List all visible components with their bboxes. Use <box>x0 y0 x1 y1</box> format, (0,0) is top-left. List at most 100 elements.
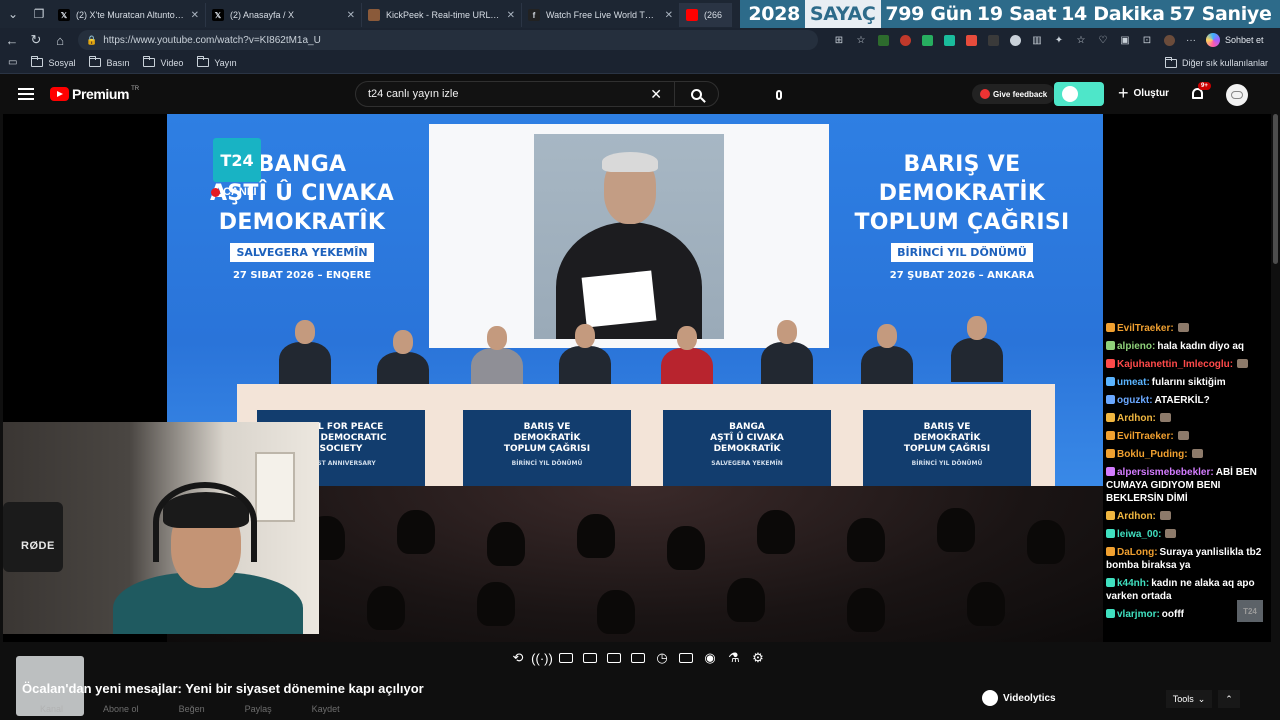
save-button[interactable]: Kaydet <box>312 704 340 714</box>
chat-text: fularını siktiğim <box>1151 377 1226 388</box>
channel-link[interactable]: Kanal <box>40 704 63 714</box>
headset <box>153 482 257 562</box>
youtube-premium-logo[interactable]: Premium TR <box>50 86 139 102</box>
browser-tab[interactable]: f Watch Free Live World TV | Global ✕ <box>522 3 680 27</box>
screenshot-icon[interactable]: ⊡ <box>1136 30 1158 50</box>
theater-icon[interactable] <box>626 650 650 666</box>
banner-line: TOPLUM ÇAĞRISI <box>854 210 1070 235</box>
microphone-icon <box>776 90 782 100</box>
panel-line: DEMOKRATİK <box>513 433 581 443</box>
notifications-button[interactable]: 9+ <box>1190 82 1211 102</box>
panel-sub: SALVEGERA YEKEMÎN <box>711 460 783 467</box>
subscribe-button[interactable]: Abone ol <box>103 704 139 714</box>
kickpeek-icon <box>368 9 380 21</box>
bookmark-folder-sosyal[interactable]: Sosyal <box>31 56 76 68</box>
home-icon[interactable]: ⌂ <box>48 33 72 48</box>
chat-username: EvilTraeker: <box>1117 323 1174 334</box>
other-bookmarks[interactable]: Diğer sık kullanılanlar <box>1164 52 1268 74</box>
banner-date: 27 SIBAT 2026 – ENQERE <box>232 270 372 281</box>
reading-list-icon[interactable]: ▭ <box>8 57 17 68</box>
back-icon[interactable]: ← <box>0 33 24 48</box>
table-panel: BARIŞ VE DEMOKRATİK TOPLUM ÇAĞRISI BİRİN… <box>863 410 1031 486</box>
plus-icon: + <box>1118 83 1129 103</box>
settings-icon[interactable]: ⚙ <box>746 650 770 666</box>
picture-in-picture-icon[interactable] <box>602 650 626 666</box>
extensions-puzzle-icon[interactable]: ✦ <box>1048 30 1070 50</box>
close-tab-icon[interactable]: ✕ <box>347 10 355 21</box>
url-field[interactable]: 🔒 https://www.youtube.com/watch?v=KI862t… <box>78 30 818 50</box>
add-icon[interactable] <box>674 650 698 666</box>
account-avatar[interactable] <box>1226 84 1248 106</box>
collections-icon[interactable]: ▣ <box>1114 30 1136 50</box>
extension-icon[interactable] <box>894 30 916 50</box>
extension-icon[interactable] <box>960 30 982 50</box>
extension-icon[interactable] <box>872 30 894 50</box>
copilot-button[interactable]: Sohbet et <box>1206 33 1264 47</box>
feedback-label: Give feedback <box>993 89 1048 99</box>
bookmark-label: Sosyal <box>48 57 76 68</box>
page-scrollbar[interactable] <box>1271 114 1280 720</box>
panelist <box>657 326 717 392</box>
extension-icon[interactable] <box>916 30 938 50</box>
tab-title: Watch Free Live World TV | Global <box>546 10 659 20</box>
extension-icon[interactable] <box>982 30 1004 50</box>
screenshot-icon[interactable] <box>554 650 578 666</box>
counter-seconds: 57 Saniye <box>1169 3 1272 25</box>
profile-avatar-icon[interactable] <box>1158 30 1180 50</box>
speed-icon[interactable]: ◷ <box>650 650 674 666</box>
like-button[interactable]: Beğen <box>179 704 205 714</box>
extension-toggle-button[interactable] <box>1054 82 1104 106</box>
browser-tab[interactable]: KickPeek - Real-time URL Crawler ✕ <box>362 3 522 27</box>
close-tab-icon[interactable]: ✕ <box>507 10 515 21</box>
counter-year: 2028 <box>748 3 801 25</box>
chat-badge-icon <box>1106 413 1115 422</box>
chevron-down-icon: ⌄ <box>1197 693 1206 704</box>
panelist <box>947 316 1007 382</box>
browser-essentials-icon[interactable]: ♡ <box>1092 30 1114 50</box>
split-screen-icon[interactable]: ▥ <box>1026 30 1048 50</box>
lock-icon[interactable]: 🔒 <box>86 35 97 46</box>
chat-emote-icon <box>1177 431 1189 440</box>
tools-dropdown[interactable]: Tools ⌄ <box>1166 690 1212 708</box>
browser-tab[interactable]: 𝕏 (2) Anasayfa / X ✕ <box>206 3 362 27</box>
bookmark-folder-video[interactable]: Video <box>143 56 183 68</box>
collapse-button[interactable]: ⌃ <box>1218 690 1240 708</box>
favorites-icon[interactable]: ☆ <box>1070 30 1092 50</box>
search-input[interactable]: t24 canlı yayın izle ✕ <box>355 81 719 107</box>
voice-search-button[interactable] <box>770 86 788 104</box>
chat-emote-icon <box>1191 449 1203 458</box>
menu-icon[interactable] <box>18 88 34 100</box>
tab-actions-chevron-icon[interactable]: ⌄ <box>0 0 26 28</box>
panelist <box>467 326 527 392</box>
chat-text: ATAERKİL? <box>1154 395 1210 406</box>
create-button[interactable]: + Oluştur <box>1118 83 1169 103</box>
camera-icon[interactable]: ◉ <box>698 650 722 666</box>
close-tab-icon[interactable]: ✕ <box>665 10 673 21</box>
loop-icon[interactable]: ⟲ <box>506 650 530 666</box>
extension-icon[interactable] <box>1004 30 1026 50</box>
workspaces-icon[interactable]: ❐ <box>26 0 52 28</box>
video-player[interactable]: BANGA AŞTÎ Û CIVAKA DEMOKRATÎK SALVEGERA… <box>3 114 1271 642</box>
other-bookmarks-label: Diğer sık kullanılanlar <box>1181 58 1268 68</box>
give-feedback-button[interactable]: Give feedback <box>972 84 1056 104</box>
refresh-icon[interactable]: ↻ <box>24 32 48 48</box>
clip-icon[interactable] <box>578 650 602 666</box>
video-actions: Kanal Abone ol Beğen Paylaş Kaydet <box>40 704 340 714</box>
panelist <box>757 320 817 386</box>
browser-tab[interactable]: 𝕏 (2) X'te Muratcan Altuntoprak: "AJ ✕ <box>52 3 206 27</box>
clear-search-icon[interactable]: ✕ <box>650 86 662 103</box>
extension-icon[interactable] <box>938 30 960 50</box>
flask-icon[interactable]: ⚗ <box>722 650 746 666</box>
videolytics-panel[interactable]: Videolytics <box>982 690 1056 706</box>
more-options-icon[interactable]: ··· <box>1180 30 1202 50</box>
app-available-icon[interactable]: ⊞ <box>828 30 850 50</box>
share-button[interactable]: Paylaş <box>245 704 272 714</box>
audio-icon[interactable]: ((·)) <box>530 650 554 666</box>
favorite-star-icon[interactable]: ☆ <box>850 30 872 50</box>
counter-hours: 19 Saat <box>976 3 1057 25</box>
browser-tab-active[interactable]: (266 <box>680 3 732 27</box>
bookmark-folder-basin[interactable]: Basın <box>89 56 129 68</box>
search-button[interactable] <box>674 81 718 107</box>
bookmark-folder-yayin[interactable]: Yayın <box>197 56 237 68</box>
close-tab-icon[interactable]: ✕ <box>191 10 199 21</box>
